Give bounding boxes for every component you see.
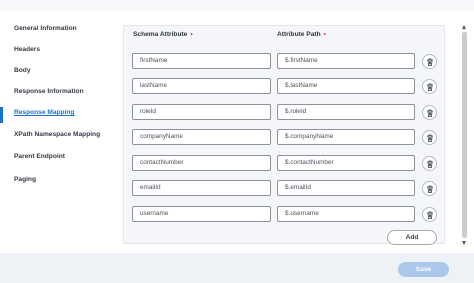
- nav-item-response-mapping[interactable]: Response Mapping: [14, 109, 74, 116]
- required-marker: •: [323, 31, 326, 38]
- attribute-path-input[interactable]: $.contactNumber: [277, 155, 415, 171]
- top-strip: [0, 0, 474, 11]
- schema-attribute-input[interactable]: companyName: [132, 129, 271, 145]
- nav-item-xpath-namespace-mapping[interactable]: XPath Namespace Mapping: [14, 131, 100, 138]
- trash-icon: [427, 211, 433, 219]
- schema-attribute-input[interactable]: lastName: [132, 78, 271, 94]
- delete-row-button[interactable]: [422, 79, 437, 94]
- delete-row-button[interactable]: [422, 156, 437, 171]
- nav-item-body[interactable]: Body: [14, 67, 30, 74]
- trash-icon: [427, 185, 433, 193]
- schema-attribute-input[interactable]: firstName: [132, 53, 271, 69]
- nav-item-paging[interactable]: Paging: [14, 176, 36, 183]
- delete-row-button[interactable]: [422, 105, 437, 120]
- nav-active-indicator: [0, 107, 3, 123]
- attribute-path-input[interactable]: $.roleId: [277, 104, 415, 120]
- nav-item-parent-endpoint[interactable]: Parent Endpoint: [14, 153, 65, 160]
- attribute-path-input[interactable]: $.companyName: [277, 129, 415, 145]
- vertical-scrollbar[interactable]: [462, 25, 467, 247]
- schema-attribute-header: Schema Attribute •: [133, 31, 193, 38]
- add-mapping-button[interactable]: Add: [387, 230, 437, 245]
- trash-icon: [427, 83, 433, 91]
- nav-item-general-information[interactable]: General Information: [14, 25, 77, 32]
- attribute-path-input[interactable]: $.firstName: [277, 53, 415, 69]
- trash-icon: [427, 109, 433, 117]
- scroll-down-arrow-icon[interactable]: [462, 241, 466, 245]
- trash-icon: [427, 58, 433, 66]
- delete-row-button[interactable]: [422, 207, 437, 222]
- delete-row-button[interactable]: [422, 130, 437, 145]
- delete-row-button[interactable]: [422, 54, 437, 69]
- nav-item-headers[interactable]: Headers: [14, 46, 40, 53]
- scroll-thumb[interactable]: [462, 32, 467, 238]
- schema-attribute-input[interactable]: username: [132, 206, 271, 222]
- required-marker: •: [190, 31, 193, 38]
- dialog: General Information Headers Body Respons…: [0, 11, 474, 253]
- save-button[interactable]: Save: [398, 262, 449, 277]
- trash-icon: [427, 134, 433, 142]
- response-mapping-panel: Schema Attribute • Attribute Path • firstN…: [123, 25, 445, 245]
- attribute-path-header: Attribute Path •: [277, 31, 326, 38]
- attribute-path-input[interactable]: $.username: [277, 206, 415, 222]
- scroll-up-arrow-icon[interactable]: [462, 25, 466, 29]
- attribute-path-header-label: Attribute Path: [277, 31, 321, 38]
- nav-item-response-information[interactable]: Response Information: [14, 88, 84, 95]
- trash-icon: [427, 160, 433, 168]
- attribute-path-input[interactable]: $.emailId: [277, 180, 415, 196]
- schema-attribute-input[interactable]: roleId: [132, 104, 271, 120]
- attribute-path-input[interactable]: $.lastName: [277, 78, 415, 94]
- schema-attribute-input[interactable]: contactNumber: [132, 155, 271, 171]
- schema-attribute-header-label: Schema Attribute: [133, 31, 188, 38]
- delete-row-button[interactable]: [422, 181, 437, 196]
- schema-attribute-input[interactable]: emailId: [132, 180, 271, 196]
